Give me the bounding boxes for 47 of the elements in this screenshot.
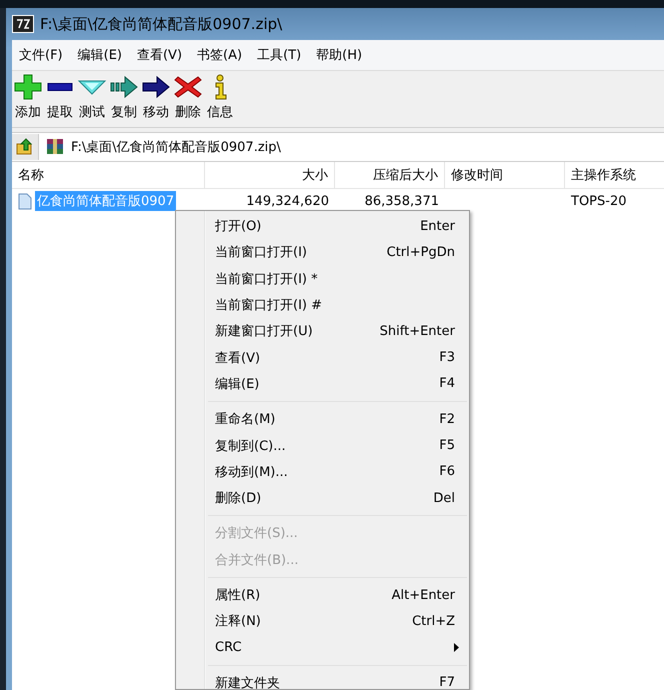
toolbar-button[interactable]: 提取 [45,73,75,121]
menu-option[interactable]: 重命名(M) F2 [176,406,469,432]
menu-option[interactable]: 注释(N) Ctrl+Z [176,608,469,634]
menu-item[interactable]: 工具(T) [250,42,310,68]
menu-option[interactable]: 查看(V) F3 [176,344,469,371]
toolbar-button[interactable]: 信息 [205,73,235,121]
table-cell-text: TOPS-20 [570,194,628,208]
toolbar-button[interactable]: 测试 [77,73,107,121]
menu-option[interactable]: 新建窗口打开(U) Shift+Enter [176,318,469,344]
menu-option[interactable]: 移动到(M)... F6 [176,458,469,485]
app-logo-icon [12,15,34,33]
toolbar-button[interactable]: 移动 [141,73,171,121]
up-folder-icon[interactable] [12,134,39,160]
minus-icon [47,83,73,91]
menu-item[interactable]: 帮助(H) [309,42,370,68]
menu-option[interactable]: CRC [176,634,469,661]
menu-item[interactable]: 书签(A) [190,42,250,68]
column-header[interactable]: 大小 [205,162,335,188]
menu-option[interactable]: 当前窗口打开(I) # [176,292,469,318]
menu-option[interactable]: 删除(D) Del [176,484,469,512]
column-header[interactable]: 名称 [12,162,205,188]
menu-option[interactable]: 当前窗口打开(I) * [176,266,469,292]
menu-item[interactable]: 文件(F) [12,42,71,68]
menu-option[interactable]: 当前窗口打开(I) Ctrl+PgDn [176,239,469,266]
column-header[interactable]: 修改时间 [445,162,565,188]
toolbar-button[interactable]: 复制 [109,73,139,121]
striped-arrow-icon [109,73,139,101]
menu-option[interactable]: 编辑(E) F4 [176,370,469,398]
submenu-arrow-icon [454,643,459,652]
menu-option[interactable]: 打开(O) Enter [176,213,469,240]
column-header[interactable]: 主操作系统 [565,162,664,188]
toolbar-button[interactable]: 添加 [13,73,43,121]
plus-icon [13,73,43,101]
menu-option[interactable]: 属性(R) Alt+Enter [176,582,469,608]
table-cell-text: 149,324,620 [245,194,330,208]
column-header[interactable]: 压缩后大小 [335,162,445,188]
window-title: F:\桌面\亿食尚简体配音版0907.zip\ [40,14,282,34]
file-icon [18,192,32,210]
table-cell-text: 86,358,371 [364,194,440,208]
menu-option[interactable]: 复制到(C)... F5 [176,432,469,459]
toolbar-button[interactable]: 删除 [173,73,203,121]
archive-icon [45,138,65,156]
arrow-icon [141,73,171,101]
address-path[interactable]: F:\桌面\亿食尚简体配音版0907.zip\ [71,138,281,156]
menu-option[interactable]: 新建文件夹 F7 [176,670,469,689]
menu-item[interactable]: 查看(V) [130,42,190,68]
menu-item[interactable]: 编辑(E) [70,42,130,68]
